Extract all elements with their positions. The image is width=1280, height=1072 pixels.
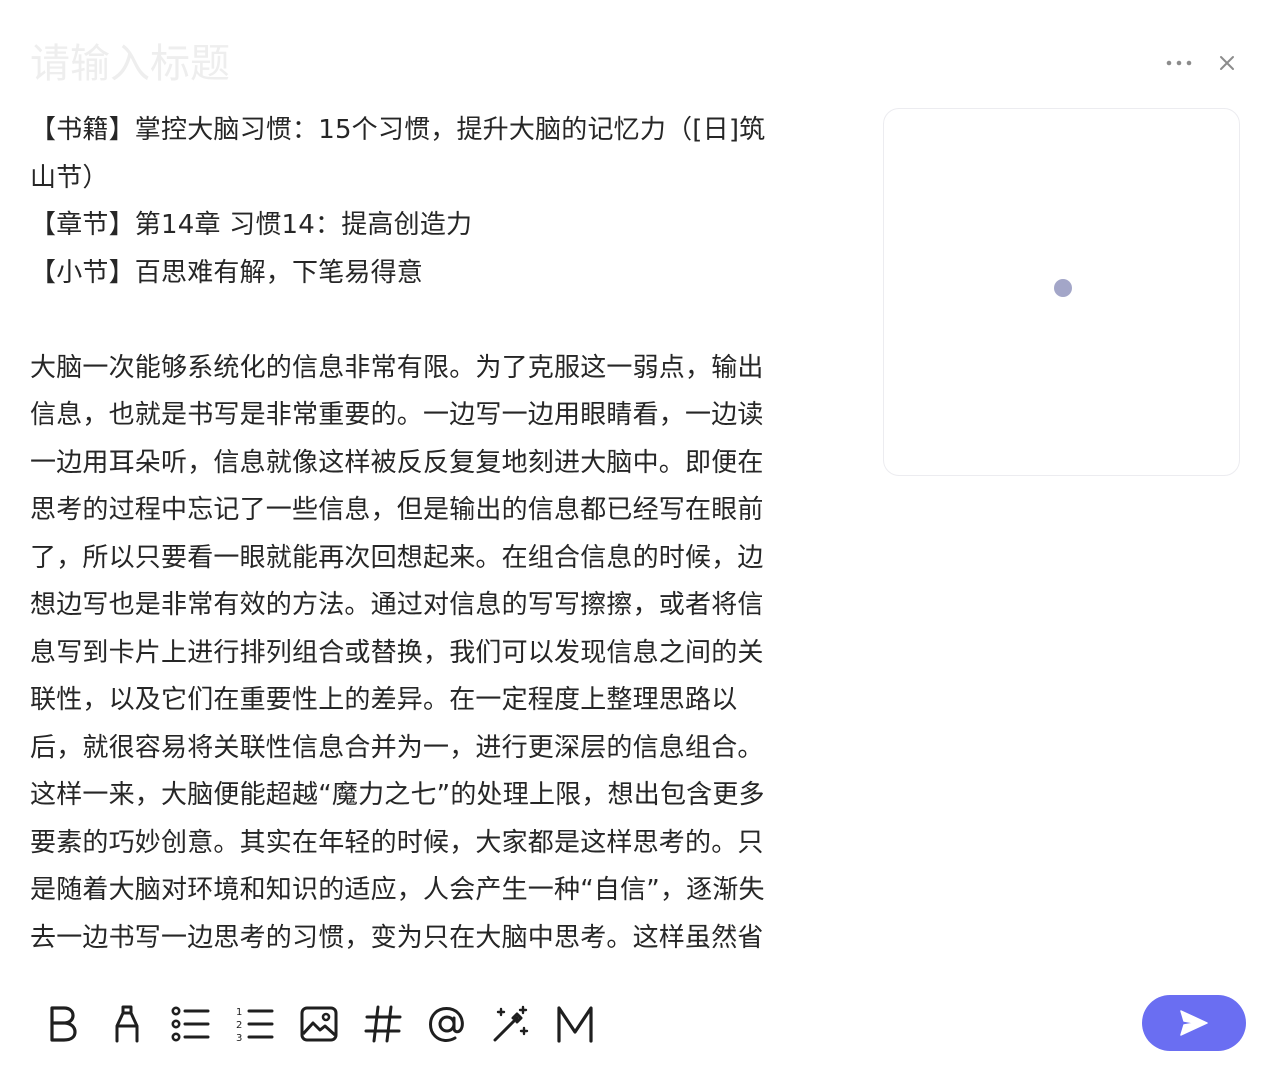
- send-icon: [1180, 1010, 1208, 1036]
- body-line: 一边用耳朵听，信息就像这样被反反复复地刻进大脑中。即便在: [30, 447, 764, 478]
- mention-icon[interactable]: [424, 996, 470, 1052]
- body-line: 去一边书写一边思考的习惯，变为只在大脑中思考。这样虽然省: [30, 922, 764, 953]
- body-line: 要素的巧妙创意。其实在年轻的时候，大家都是这样思考的。只: [30, 827, 764, 858]
- magic-wand-icon[interactable]: [488, 996, 534, 1052]
- bold-icon[interactable]: [40, 996, 86, 1052]
- svg-text:2: 2: [236, 1020, 242, 1031]
- svg-text:1: 1: [236, 1007, 242, 1018]
- chapter-line: 【章节】第14章 习惯14：提高创造力: [30, 210, 473, 240]
- numbered-list-icon[interactable]: 1 2 3: [232, 996, 278, 1052]
- body-line: 信息，也就是书写是非常重要的。一边写一边用眼睛看，一边读: [30, 400, 764, 430]
- body-line: 思考的过程中忘记了一些信息，但是输出的信息都已经写在眼前: [30, 495, 764, 525]
- body-line: 后，就很容易将关联性信息合并为一，进行更深层的信息组合。: [30, 732, 764, 763]
- note-content[interactable]: 【书籍】掌控大脑习惯：15个习惯，提升大脑的记忆力（[日]筑 山节） 【章节】第…: [30, 107, 822, 959]
- close-icon[interactable]: [1214, 46, 1240, 80]
- body-line: 这样一来，大脑便能超越“魔力之七”的处理上限，想出包含更多: [30, 780, 765, 810]
- markdown-icon[interactable]: [552, 996, 598, 1052]
- body-line: 是随着大脑对环境和知识的适应，人会产生一种“自信”，逐渐失: [30, 875, 765, 905]
- top-actions: [1166, 46, 1240, 80]
- section-line: 【小节】百思难有解，下笔易得意: [30, 257, 424, 288]
- book-line-cont: 山节）: [30, 162, 109, 193]
- bullet-list-icon[interactable]: [168, 996, 214, 1052]
- highlight-icon[interactable]: [104, 996, 150, 1052]
- image-preview-card[interactable]: [883, 108, 1240, 476]
- image-icon[interactable]: [296, 996, 342, 1052]
- loading-dot-icon: [1054, 279, 1072, 297]
- more-icon[interactable]: [1166, 46, 1192, 80]
- title-input[interactable]: [30, 34, 790, 94]
- formatting-toolbar: 1 2 3: [40, 996, 598, 1052]
- svg-text:3: 3: [236, 1033, 242, 1044]
- note-editor: 【书籍】掌控大脑习惯：15个习惯，提升大脑的记忆力（[日]筑 山节） 【章节】第…: [0, 0, 1280, 1072]
- body-line: 想边写也是非常有效的方法。通过对信息的写写擦擦，或者将信: [30, 590, 764, 620]
- body-line: 联性，以及它们在重要性上的差异。在一定程度上整理思路以: [30, 685, 738, 715]
- hashtag-icon[interactable]: [360, 996, 406, 1052]
- body-line: 了，所以只要看一眼就能再次回想起来。在组合信息的时候，边: [30, 542, 764, 573]
- body-line: 大脑一次能够系统化的信息非常有限。为了克服这一弱点，输出: [30, 352, 764, 383]
- book-line: 【书籍】掌控大脑习惯：15个习惯，提升大脑的记忆力（[日]筑: [30, 115, 766, 145]
- body-line: 息写到卡片上进行排列组合或替换，我们可以发现信息之间的关: [30, 637, 764, 668]
- send-button[interactable]: [1142, 995, 1246, 1051]
